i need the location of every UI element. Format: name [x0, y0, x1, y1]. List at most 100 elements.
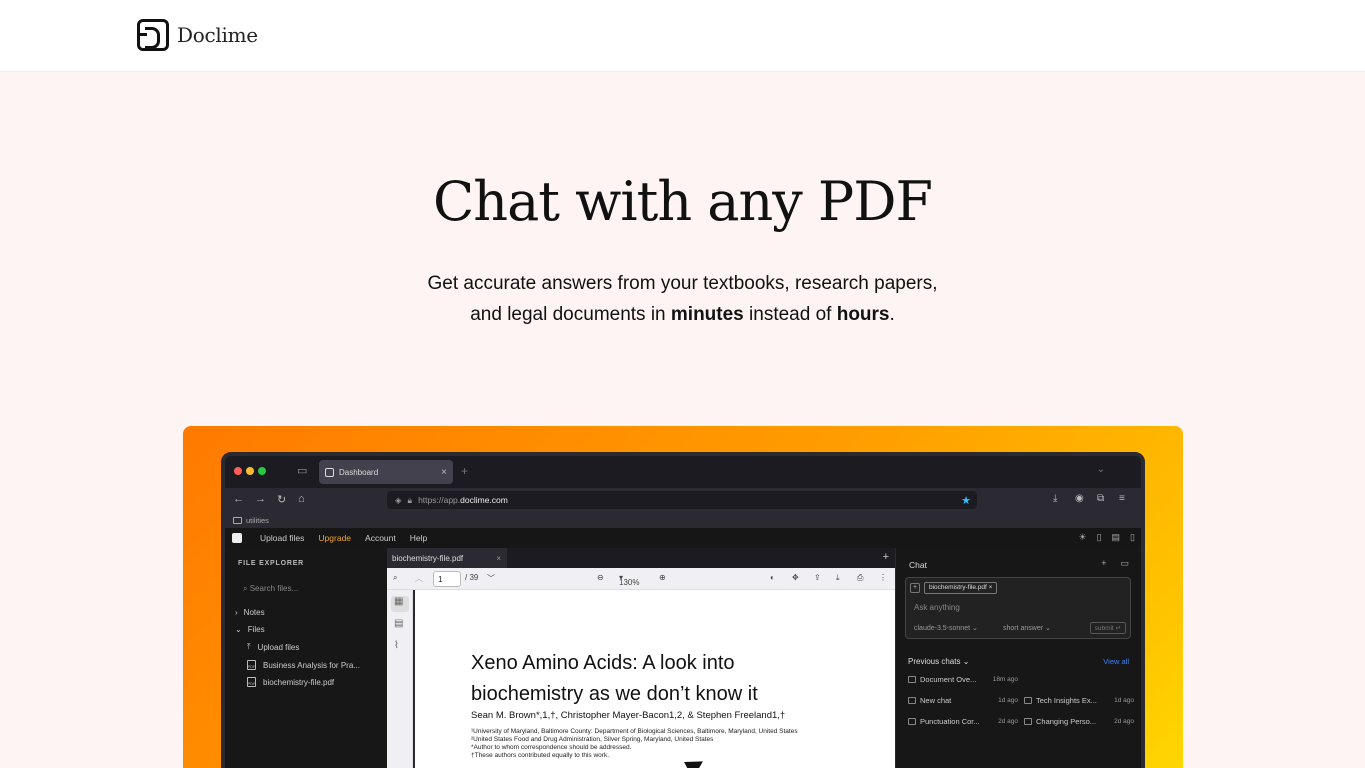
menu-upgrade: Upgrade: [318, 533, 352, 543]
app-menubar: Upload files Upgrade Account Help ☀ ▯ ▤ …: [225, 528, 1141, 548]
find-icon: ⌕: [393, 573, 398, 582]
chat-bubble-icon: [1024, 696, 1032, 704]
layout-split-icon: ▤: [1111, 532, 1121, 542]
hero-subtitle: Get accurate answers from your textbooks…: [427, 273, 938, 325]
downloads-icon: ⤓: [1053, 493, 1058, 504]
folder-icon: [233, 516, 242, 524]
shield-icon: ◈: [395, 494, 402, 505]
tree-item-files: ⌄ Files: [235, 625, 265, 634]
chat-input-box: + biochemistry-file.pdf × Ask anything c…: [905, 577, 1131, 639]
zoom-in-icon: ⊕: [659, 573, 666, 582]
document-title: Xeno Amino Acids: A look into biochemist…: [471, 652, 758, 705]
brand-logo[interactable]: Doclime: [137, 19, 258, 51]
lock-icon: 🔒︎: [407, 494, 413, 505]
chat-panel: Chat + ▭ + biochemistry-file.pdf × Ask a…: [895, 548, 1141, 768]
move-icon: ✥: [792, 573, 799, 582]
bookmark-star-icon: ★: [961, 494, 971, 507]
page-number-input: 1: [433, 571, 461, 587]
view-all-link: View all: [1103, 657, 1129, 666]
tree-item-notes: › Notes: [235, 608, 265, 617]
minimize-window-dot: [246, 467, 254, 475]
chat-history-item: Punctuation Cor... 2d ago: [908, 714, 1018, 728]
more-vertical-icon: ⋮: [879, 573, 887, 582]
file-tab: biochemistry-file.pdf ×: [387, 548, 507, 568]
maximize-window-dot: [258, 467, 266, 475]
pdf-file-icon: PDF: [247, 677, 256, 687]
file-explorer-title: FILE EXPLORER: [238, 560, 305, 567]
theme-sun-icon: ☀: [1078, 532, 1087, 542]
tree-upload-files: ⤒ Upload files: [247, 642, 300, 652]
pdf-viewer: biochemistry-file.pdf × + ⌕ ︿ 1 / 39 ﹀ ⊖…: [387, 548, 895, 768]
menu-account: Account: [365, 533, 396, 543]
thumbnail-rail: ▦ ▤ ⌇: [387, 590, 413, 768]
download-icon: ⤓: [836, 573, 840, 582]
chevron-right-icon: ›: [235, 608, 238, 617]
browser-mockup: ▭ Dashboard × + ⌄ ← → ↻ ⌂ ◈ 🔒︎ https://a…: [221, 452, 1145, 768]
tree-file-biochemistry: PDF biochemistry-file.pdf: [247, 677, 335, 687]
new-tab-icon: +: [461, 464, 469, 478]
chat-bubble-icon: [908, 675, 916, 683]
chat-history-item: Changing Perso... 2d ago: [1024, 714, 1134, 728]
menu-help: Help: [409, 533, 428, 543]
chat-bubble-icon: [908, 717, 916, 725]
submit-button: submit ↵: [1089, 622, 1126, 634]
chat-title: Chat: [909, 560, 927, 570]
answer-mode-select: short answer ⌄: [1003, 625, 1051, 632]
chat-history-item: Document Ove... 18m ago: [908, 672, 1018, 686]
new-chat-icon: +: [1101, 558, 1107, 568]
tab-list-chevron-icon: ⌄: [1096, 464, 1105, 475]
search-files-input: ⌕ Search files...: [243, 584, 299, 593]
zoom-out-icon: ⊖: [597, 573, 604, 582]
attachment-icon: ⌇: [394, 640, 399, 651]
tab-overview-icon: ▭: [297, 465, 308, 477]
hero-title: Chat with any PDF: [432, 170, 933, 233]
zoom-level: 130% ▾: [619, 573, 640, 587]
document-authors: Sean M. Brown*,1,†, Christopher Mayer-Ba…: [471, 710, 786, 721]
tree-file-business: PDF Business Analysis for Pra...: [247, 660, 360, 670]
reload-icon: ↻: [277, 494, 287, 506]
chat-history-item: Tech Insights Ex... 1d ago: [1024, 693, 1134, 707]
chat-bubble-icon: [908, 696, 916, 704]
close-tab-icon: ×: [441, 466, 447, 478]
print-icon: ⎙: [857, 573, 864, 582]
upload-icon: ⤒: [247, 642, 251, 651]
pdf-page: Xeno Amino Acids: A look into biochemist…: [415, 590, 895, 768]
page-total: / 39: [465, 573, 479, 582]
chevron-down-icon: ⌄: [235, 625, 242, 634]
thumbnails-icon: ▦: [394, 596, 404, 607]
doclime-logo-icon: [137, 19, 169, 51]
contrast-icon: ◐: [770, 573, 775, 582]
bookmarks-bar: utilities: [225, 512, 1141, 528]
browser-tabbar: ▭ Dashboard × + ⌄: [225, 456, 1141, 488]
model-select: claude-3.5-sonnet ⌄: [914, 625, 978, 632]
app-workspace: FILE EXPLORER ⌕ Search files... › Notes ⌄…: [225, 548, 1141, 768]
home-icon: ⌂: [298, 493, 305, 505]
pdf-file-icon: PDF: [247, 660, 256, 670]
document-affiliations: ¹University of Maryland, Baltimore Count…: [471, 728, 798, 759]
account-icon: ◉: [1075, 493, 1084, 504]
share-icon: ⇪: [814, 573, 821, 582]
chat-history-item: New chat 1d ago: [908, 693, 1018, 707]
layout-left-icon: ▯: [1096, 532, 1102, 542]
browser-tab-dashboard: Dashboard ×: [319, 460, 453, 484]
menu-upload-files: Upload files: [260, 533, 305, 543]
brand-name: Doclime: [177, 23, 258, 47]
close-window-dot: [234, 467, 242, 475]
extensions-icon: ⧉: [1097, 493, 1105, 504]
forward-icon: →: [255, 493, 266, 505]
top-nav: Doclime: [0, 0, 1365, 72]
attached-file-chip: biochemistry-file.pdf ×: [924, 582, 998, 594]
tab-favicon-icon: [325, 467, 334, 477]
layout-right-icon: ▯: [1130, 532, 1135, 542]
outline-icon: ▤: [394, 618, 404, 629]
pdf-toolbar: ⌕ ︿ 1 / 39 ﹀ ⊖ 130% ▾ ⊕ ◐ ✥ ⇪ ⤓ ⎙ ⋮: [387, 568, 895, 590]
file-explorer: FILE EXPLORER ⌕ Search files... › Notes ⌄…: [225, 548, 387, 768]
add-file-tab-icon: +: [882, 551, 889, 563]
close-file-tab-icon: ×: [496, 553, 501, 563]
folder-open-icon: ▭: [1120, 558, 1129, 568]
add-file-icon: +: [910, 583, 920, 593]
next-page-icon: ﹀: [487, 574, 495, 583]
app-logo-icon: [232, 533, 242, 543]
previous-chats-toggle: Previous chats ⌄: [908, 657, 970, 666]
browser-urlbar: ← → ↻ ⌂ ◈ 🔒︎ https://app.doclime.com ★ ⤓…: [225, 488, 1141, 512]
